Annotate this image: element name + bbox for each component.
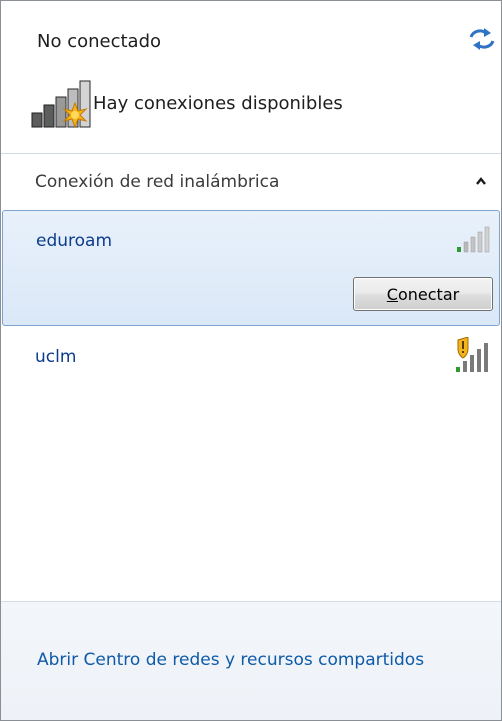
- signal-strength-icon: [457, 226, 490, 253]
- connect-button[interactable]: Conectar: [353, 277, 493, 311]
- signal-bars-star-icon: [31, 80, 91, 129]
- chevron-up-icon[interactable]: [474, 174, 488, 188]
- refresh-icon[interactable]: [466, 25, 498, 53]
- connection-status-header: No conectado Hay conexiones disponibles: [1, 1, 501, 153]
- footer: Abrir Centro de redes y recursos compart…: [1, 601, 501, 720]
- network-item-eduroam[interactable]: eduroam Conectar: [2, 210, 500, 326]
- network-item-uclm[interactable]: uclm: [2, 327, 500, 385]
- network-name: uclm: [35, 347, 77, 367]
- connections-available-row: Hay conexiones disponibles: [31, 79, 471, 131]
- network-name: eduroam: [36, 231, 113, 251]
- shield-warning-signal-icon: [456, 337, 488, 372]
- connections-available-text: Hay conexiones disponibles: [93, 93, 343, 114]
- network-flyout: No conectado Hay conexiones disponibles: [0, 0, 502, 721]
- connection-status-text: No conectado: [37, 31, 162, 52]
- wireless-section-header[interactable]: Conexión de red inalámbrica: [1, 154, 501, 210]
- open-network-center-link[interactable]: Abrir Centro de redes y recursos compart…: [37, 650, 424, 670]
- wireless-section-title: Conexión de red inalámbrica: [35, 172, 280, 192]
